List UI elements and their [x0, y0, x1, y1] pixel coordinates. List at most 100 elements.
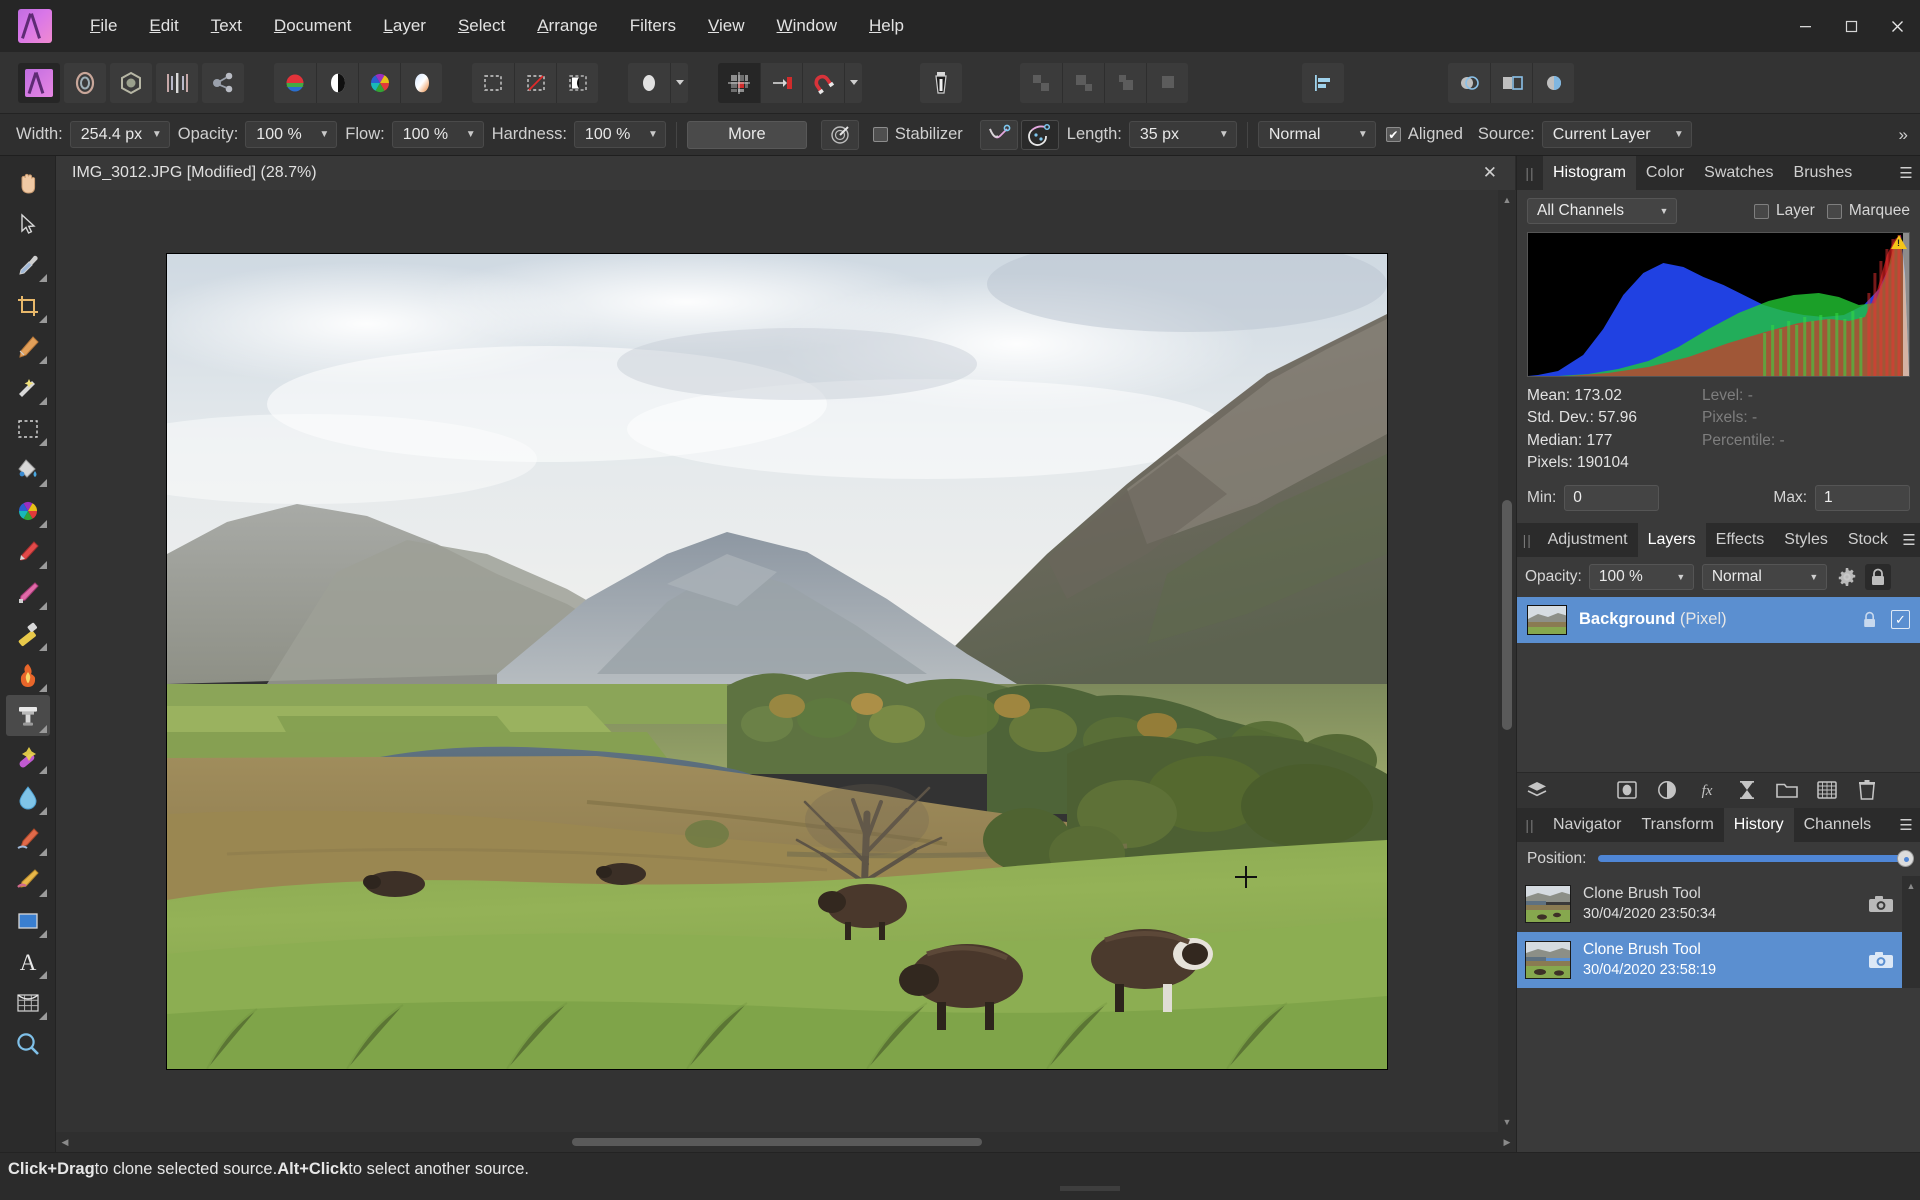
healing-brush-tool[interactable] [6, 736, 50, 777]
hardness-chevron-down-icon[interactable]: ▼ [645, 129, 661, 140]
assistant-gradient-button[interactable] [400, 62, 442, 103]
scroll-up-arrow-icon[interactable]: ▲ [1498, 190, 1516, 210]
context-overflow-double-chevron-right-icon[interactable]: » [1899, 125, 1908, 145]
history-position-slider[interactable] [1598, 850, 1914, 868]
canvas-horizontal-scrollbar[interactable]: ◀ ▶ [56, 1132, 1516, 1152]
histogram-marquee-checkbox[interactable] [1826, 203, 1842, 219]
layers-lock-icon[interactable] [1864, 563, 1891, 590]
source-chevron-down-icon[interactable]: ▼ [1671, 129, 1687, 140]
length-input[interactable]: 35 px ▼ [1128, 121, 1237, 148]
hourglass-icon[interactable] [1727, 772, 1767, 808]
persona-liquify-button[interactable] [64, 62, 106, 103]
menu-document[interactable]: Document [258, 10, 367, 42]
histogram-graph[interactable] [1527, 232, 1910, 377]
tab-history[interactable]: History [1723, 807, 1794, 842]
gear-icon[interactable] [1837, 567, 1857, 587]
width-input[interactable]: 254.4 px ▼ [69, 121, 170, 148]
menu-layer[interactable]: Layer [367, 10, 442, 42]
tab-adjustment[interactable]: Adjustment [1538, 523, 1638, 557]
menu-arrange[interactable]: Arrange [521, 10, 613, 42]
tab-transform[interactable]: Transform [1631, 808, 1723, 842]
erase-brush-tool[interactable] [6, 613, 50, 654]
document-tab[interactable]: IMG_3012.JPG [Modified] (28.7%) ✕ [56, 156, 1516, 190]
maximize-button[interactable] [1828, 0, 1874, 52]
pixel-alignment-button[interactable] [628, 62, 670, 103]
tab-channels[interactable]: Channels [1794, 808, 1882, 842]
layers-panel-grip-icon[interactable]: || [1517, 523, 1538, 557]
layers-panel-menu-icon[interactable]: ☰ [1898, 523, 1920, 557]
rectangle-tool[interactable] [6, 900, 50, 941]
history-scrollbar[interactable]: ▲ [1902, 875, 1920, 988]
crop-tool[interactable] [6, 285, 50, 326]
artistic-text-tool[interactable]: A [6, 941, 50, 982]
layer-visibility-checkbox[interactable]: ✓ [1891, 610, 1910, 630]
view-mode-1-button[interactable] [1448, 62, 1490, 103]
persona-photo-button[interactable] [18, 62, 60, 103]
selection-mask-button[interactable] [556, 62, 598, 103]
assistant-colour-button[interactable] [274, 62, 316, 103]
menu-text[interactable]: Text [195, 10, 258, 42]
history-panel-menu-icon[interactable]: ☰ [1892, 808, 1920, 842]
brush-target-icon[interactable] [820, 119, 859, 150]
view-mode-3-button[interactable] [1532, 62, 1574, 103]
snapping-magnet-button[interactable] [802, 62, 844, 103]
view-mode-2-button[interactable] [1490, 62, 1532, 103]
histogram-channel-chevron-down-icon[interactable]: ▼ [1656, 206, 1672, 216]
persona-tone-mapping-button[interactable] [156, 62, 198, 103]
align-distribute-3-button[interactable] [1104, 62, 1146, 103]
layers-blend-mode-select[interactable]: Normal ▼ [1701, 563, 1827, 590]
history-panel-grip-icon[interactable]: || [1517, 808, 1543, 842]
assistant-contrast-button[interactable] [316, 62, 358, 103]
canvas[interactable] [56, 190, 1498, 1132]
document-tab-close-icon[interactable]: ✕ [1475, 163, 1505, 183]
canvas-vertical-scrollbar[interactable]: ▲ ▼ [1498, 190, 1516, 1132]
camera-icon[interactable] [1868, 894, 1894, 914]
stabilizer-checkbox[interactable] [872, 127, 888, 142]
histogram-max-input[interactable]: 1 [1815, 484, 1910, 511]
menu-view[interactable]: View [692, 10, 761, 42]
tab-swatches[interactable]: Swatches [1694, 156, 1783, 190]
tab-effects[interactable]: Effects [1706, 523, 1775, 557]
flood-select-tool[interactable] [6, 367, 50, 408]
flood-fill-tool[interactable] [6, 449, 50, 490]
opacity-input[interactable]: 100 % ▼ [245, 121, 338, 148]
tab-layers[interactable]: Layers [1637, 522, 1706, 557]
vertical-scroll-thumb[interactable] [1502, 500, 1512, 730]
menu-file[interactable]: File [74, 10, 133, 42]
align-distribute-1-button[interactable] [1020, 62, 1062, 103]
align-distribute-2-button[interactable] [1062, 62, 1104, 103]
layers-opacity-chevron-down-icon[interactable]: ▼ [1673, 572, 1689, 582]
pixel-tool[interactable] [6, 572, 50, 613]
pixel-alignment-menu-chevron-down-icon[interactable] [670, 62, 688, 103]
clone-brush-tool[interactable] [5, 695, 50, 736]
persona-export-button[interactable] [202, 62, 244, 103]
paint-brush-tool[interactable] [6, 531, 50, 572]
length-chevron-down-icon[interactable]: ▼ [1216, 129, 1232, 140]
scroll-right-arrow-icon[interactable]: ▶ [1498, 1132, 1516, 1152]
layers-blend-mode-chevron-down-icon[interactable]: ▼ [1806, 572, 1822, 582]
stabilizer-window-icon[interactable] [1020, 119, 1059, 150]
flow-input[interactable]: 100 % ▼ [391, 121, 484, 148]
snapping-menu-chevron-down-icon[interactable] [844, 62, 862, 103]
layers-stack-icon[interactable] [1517, 772, 1557, 808]
show-grid-button[interactable] [718, 62, 760, 103]
mesh-warp-tool[interactable] [6, 982, 50, 1023]
tab-histogram[interactable]: Histogram [1543, 156, 1636, 190]
width-chevron-down-icon[interactable]: ▼ [149, 129, 165, 140]
list-item[interactable]: Clone Brush Tool 30/04/2020 23:50:34 [1517, 875, 1902, 932]
menu-select[interactable]: Select [442, 10, 521, 42]
menu-filters[interactable]: Filters [614, 10, 692, 42]
tab-color[interactable]: Color [1636, 156, 1694, 190]
colour-picker-tool[interactable] [6, 244, 50, 285]
folder-icon[interactable] [1767, 772, 1807, 808]
source-select[interactable]: Current Layer ▼ [1541, 121, 1692, 148]
mask-icon[interactable] [1607, 772, 1647, 808]
hardness-input[interactable]: 100 % ▼ [573, 121, 666, 148]
menu-help[interactable]: Help [853, 10, 920, 42]
more-button[interactable]: More [686, 120, 807, 149]
clipping-warning-icon[interactable] [1891, 235, 1907, 249]
blur-brush-tool[interactable] [6, 777, 50, 818]
blend-mode-select[interactable]: Normal ▼ [1257, 121, 1376, 148]
scroll-left-arrow-icon[interactable]: ◀ [56, 1132, 74, 1152]
history-position-slider-knob[interactable] [1897, 850, 1914, 868]
